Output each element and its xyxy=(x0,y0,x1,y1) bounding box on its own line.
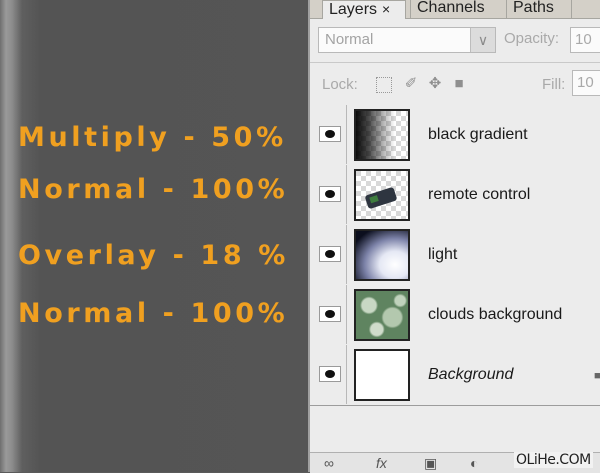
blend-mode-select[interactable]: Normal ∨ xyxy=(318,27,496,53)
visibility-toggle[interactable] xyxy=(312,165,347,224)
adjustment-icon[interactable]: ◐ xyxy=(470,455,478,471)
layer-row-remote-control[interactable]: remote control xyxy=(310,165,600,226)
layer-name: black gradient xyxy=(428,126,528,143)
layer-thumbnail xyxy=(354,229,410,281)
visibility-toggle[interactable] xyxy=(312,345,347,404)
visibility-toggle[interactable] xyxy=(312,105,347,164)
brush-icon[interactable]: ✐ xyxy=(402,75,420,93)
layer-row-light[interactable]: light xyxy=(310,225,600,286)
blend-label-multiply: Multiply - 50% xyxy=(18,122,287,153)
fill-label: Fill: xyxy=(542,76,566,93)
eye-icon[interactable] xyxy=(319,246,341,262)
blend-label-normal-2: Normal - 100% xyxy=(18,298,289,329)
lock-row: Lock: ✐ ✥ ■ Fill: 10 xyxy=(310,62,600,103)
layer-name: Background xyxy=(428,366,514,383)
eye-icon[interactable] xyxy=(319,306,341,322)
blend-mode-value: Normal xyxy=(325,31,374,48)
eye-icon[interactable] xyxy=(319,186,341,202)
layers-panel: Layers × Channels Paths Normal ∨ Opacity:… xyxy=(308,0,600,473)
layer-name: clouds background xyxy=(428,306,563,323)
layer-thumbnail xyxy=(354,109,410,161)
tab-channels[interactable]: Channels xyxy=(410,0,502,18)
layer-name: remote control xyxy=(428,186,531,203)
visibility-toggle[interactable] xyxy=(312,285,347,344)
blend-label-normal-1: Normal - 100% xyxy=(18,174,289,205)
canvas-area: Multiply - 50% Normal - 100% Overlay - 1… xyxy=(0,0,308,472)
layer-row-background[interactable]: Background ■ xyxy=(310,345,600,406)
fx-icon[interactable]: fx xyxy=(376,455,387,471)
lock-icon: ■ xyxy=(594,370,600,382)
blend-row: Normal ∨ Opacity: 10 xyxy=(310,24,600,58)
link-icon[interactable]: ∞ xyxy=(324,455,334,471)
watermark: OLiHe.COM xyxy=(514,452,593,468)
eye-icon[interactable] xyxy=(319,366,341,382)
lock-icon[interactable]: ■ xyxy=(450,75,468,93)
layer-thumbnail xyxy=(354,349,410,401)
opacity-label: Opacity: xyxy=(504,30,560,47)
blend-label-overlay: Overlay - 18 % xyxy=(18,240,289,271)
chevron-down-icon[interactable]: ∨ xyxy=(470,28,495,52)
layer-thumbnail xyxy=(354,289,410,341)
mask-icon[interactable]: ▣ xyxy=(424,455,437,472)
opacity-input[interactable]: 10 xyxy=(570,27,600,53)
layer-row-black-gradient[interactable]: black gradient xyxy=(310,105,600,166)
layer-name: light xyxy=(428,246,458,263)
panel-tabs: Layers × Channels Paths xyxy=(310,0,600,19)
eye-icon[interactable] xyxy=(319,126,341,142)
tab-layers[interactable]: Layers × xyxy=(322,0,406,19)
close-icon[interactable]: × xyxy=(382,1,390,17)
lock-label: Lock: xyxy=(322,76,358,93)
layer-thumbnail xyxy=(354,169,410,221)
lock-transparency-icon[interactable] xyxy=(376,77,392,93)
tab-layers-label: Layers xyxy=(329,1,378,18)
tab-paths[interactable]: Paths xyxy=(506,0,572,18)
remote-control-image xyxy=(364,186,398,210)
tab-paths-label: Paths xyxy=(513,0,554,16)
visibility-toggle[interactable] xyxy=(312,225,347,284)
fill-input[interactable]: 10 xyxy=(572,70,600,96)
move-icon[interactable]: ✥ xyxy=(426,75,444,93)
tab-channels-label: Channels xyxy=(417,0,485,16)
layer-row-clouds-background[interactable]: clouds background xyxy=(310,285,600,346)
